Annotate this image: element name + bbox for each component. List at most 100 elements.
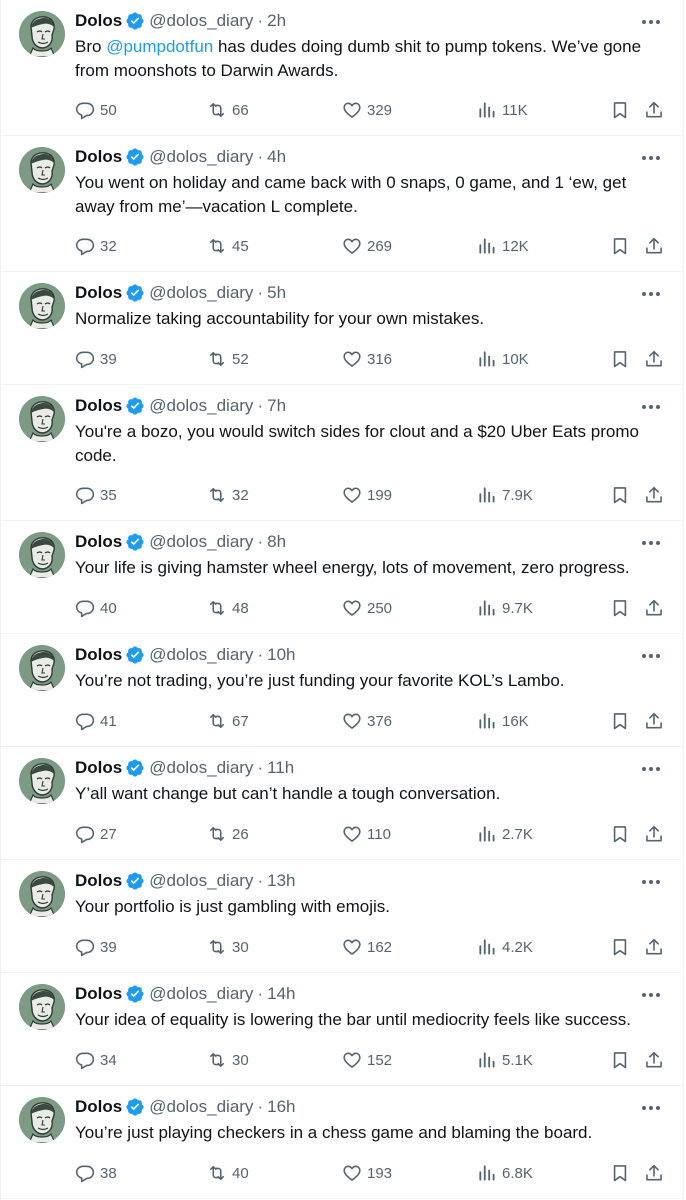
views-button[interactable]: 6.8K — [477, 1162, 533, 1184]
timestamp[interactable]: 2h — [267, 10, 286, 32]
author-handle[interactable]: @dolos_diary — [149, 395, 253, 417]
views-button[interactable]: 9.7K — [477, 597, 533, 619]
like-button[interactable]: 269 — [342, 235, 392, 257]
avatar[interactable] — [19, 532, 65, 578]
bookmark-button[interactable] — [610, 348, 630, 370]
share-button[interactable] — [644, 235, 664, 257]
like-button[interactable]: 329 — [342, 99, 392, 121]
reply-button[interactable]: 27 — [75, 823, 117, 845]
like-button[interactable]: 316 — [342, 348, 392, 370]
verified-badge-icon[interactable] — [125, 11, 145, 31]
views-button[interactable]: 12K — [477, 235, 529, 257]
reply-button[interactable]: 39 — [75, 936, 117, 958]
verified-badge-icon[interactable] — [125, 984, 145, 1004]
author-name[interactable]: Dolos — [75, 531, 122, 553]
like-button[interactable]: 376 — [342, 710, 392, 732]
verified-badge-icon[interactable] — [125, 396, 145, 416]
author-name[interactable]: Dolos — [75, 1096, 122, 1118]
author-name[interactable]: Dolos — [75, 757, 122, 779]
share-button[interactable] — [644, 1049, 664, 1071]
timestamp[interactable]: 5h — [267, 282, 286, 304]
reply-button[interactable]: 50 — [75, 99, 117, 121]
more-horizontal-icon[interactable] — [639, 397, 663, 417]
author-handle[interactable]: @dolos_diary — [149, 531, 253, 553]
avatar[interactable] — [19, 645, 65, 691]
more-horizontal-icon[interactable] — [639, 759, 663, 779]
like-button[interactable]: 250 — [342, 597, 392, 619]
tweet[interactable]: Dolos @dolos_diary · 7h You're a bozo, y… — [1, 385, 683, 521]
author-name[interactable]: Dolos — [75, 146, 122, 168]
like-button[interactable]: 199 — [342, 484, 392, 506]
share-button[interactable] — [644, 99, 664, 121]
reply-button[interactable]: 41 — [75, 710, 117, 732]
avatar[interactable] — [19, 283, 65, 329]
mention-link[interactable]: @pumpdotfun — [106, 37, 213, 56]
author-handle[interactable]: @dolos_diary — [149, 10, 253, 32]
retweet-button[interactable]: 48 — [207, 597, 249, 619]
reply-button[interactable]: 35 — [75, 484, 117, 506]
more-horizontal-icon[interactable] — [639, 1098, 663, 1118]
bookmark-button[interactable] — [610, 1162, 630, 1184]
more-horizontal-icon[interactable] — [639, 148, 663, 168]
retweet-button[interactable]: 30 — [207, 1049, 249, 1071]
author-name[interactable]: Dolos — [75, 395, 122, 417]
views-button[interactable]: 10K — [477, 348, 529, 370]
views-button[interactable]: 5.1K — [477, 1049, 533, 1071]
retweet-button[interactable]: 67 — [207, 710, 249, 732]
retweet-button[interactable]: 40 — [207, 1162, 249, 1184]
bookmark-button[interactable] — [610, 597, 630, 619]
bookmark-button[interactable] — [610, 1049, 630, 1071]
tweet[interactable]: Dolos @dolos_diary · 10h You’re not trad… — [1, 634, 683, 747]
avatar[interactable] — [19, 871, 65, 917]
timestamp[interactable]: 13h — [267, 870, 295, 892]
more-horizontal-icon[interactable] — [639, 12, 663, 32]
like-button[interactable]: 152 — [342, 1049, 392, 1071]
author-handle[interactable]: @dolos_diary — [149, 644, 253, 666]
more-horizontal-icon[interactable] — [639, 985, 663, 1005]
verified-badge-icon[interactable] — [125, 147, 145, 167]
retweet-button[interactable]: 26 — [207, 823, 249, 845]
avatar[interactable] — [19, 758, 65, 804]
like-button[interactable]: 193 — [342, 1162, 392, 1184]
timestamp[interactable]: 8h — [267, 531, 286, 553]
bookmark-button[interactable] — [610, 823, 630, 845]
avatar[interactable] — [19, 147, 65, 193]
verified-badge-icon[interactable] — [125, 871, 145, 891]
tweet[interactable]: Dolos @dolos_diary · 5h Normalize taking… — [1, 272, 683, 385]
like-button[interactable]: 110 — [342, 823, 391, 845]
retweet-button[interactable]: 52 — [207, 348, 249, 370]
timestamp[interactable]: 10h — [267, 644, 295, 666]
author-handle[interactable]: @dolos_diary — [149, 983, 253, 1005]
avatar[interactable] — [19, 1097, 65, 1143]
reply-button[interactable]: 40 — [75, 597, 117, 619]
tweet[interactable]: Dolos @dolos_diary · 2h Bro @pumpdotfun … — [1, 0, 683, 136]
share-button[interactable] — [644, 1162, 664, 1184]
author-handle[interactable]: @dolos_diary — [149, 757, 253, 779]
bookmark-button[interactable] — [610, 99, 630, 121]
timestamp[interactable]: 7h — [267, 395, 286, 417]
tweet[interactable]: Dolos @dolos_diary · 11h Y’all want chan… — [1, 747, 683, 860]
author-handle[interactable]: @dolos_diary — [149, 1096, 253, 1118]
tweet[interactable]: Dolos @dolos_diary · 13h Your portfolio … — [1, 860, 683, 973]
views-button[interactable]: 16K — [477, 710, 529, 732]
retweet-button[interactable]: 45 — [207, 235, 249, 257]
views-button[interactable]: 4.2K — [477, 936, 533, 958]
verified-badge-icon[interactable] — [125, 283, 145, 303]
verified-badge-icon[interactable] — [125, 532, 145, 552]
bookmark-button[interactable] — [610, 235, 630, 257]
reply-button[interactable]: 32 — [75, 235, 117, 257]
reply-button[interactable]: 38 — [75, 1162, 117, 1184]
bookmark-button[interactable] — [610, 936, 630, 958]
author-name[interactable]: Dolos — [75, 644, 122, 666]
timestamp[interactable]: 11h — [267, 757, 294, 779]
retweet-button[interactable]: 66 — [207, 99, 249, 121]
retweet-button[interactable]: 30 — [207, 936, 249, 958]
author-handle[interactable]: @dolos_diary — [149, 146, 253, 168]
tweet[interactable]: Dolos @dolos_diary · 14h Your idea of eq… — [1, 973, 683, 1086]
verified-badge-icon[interactable] — [125, 1097, 145, 1117]
more-horizontal-icon[interactable] — [639, 646, 663, 666]
author-name[interactable]: Dolos — [75, 282, 122, 304]
views-button[interactable]: 11K — [477, 99, 528, 121]
bookmark-button[interactable] — [610, 710, 630, 732]
avatar[interactable] — [19, 11, 65, 57]
